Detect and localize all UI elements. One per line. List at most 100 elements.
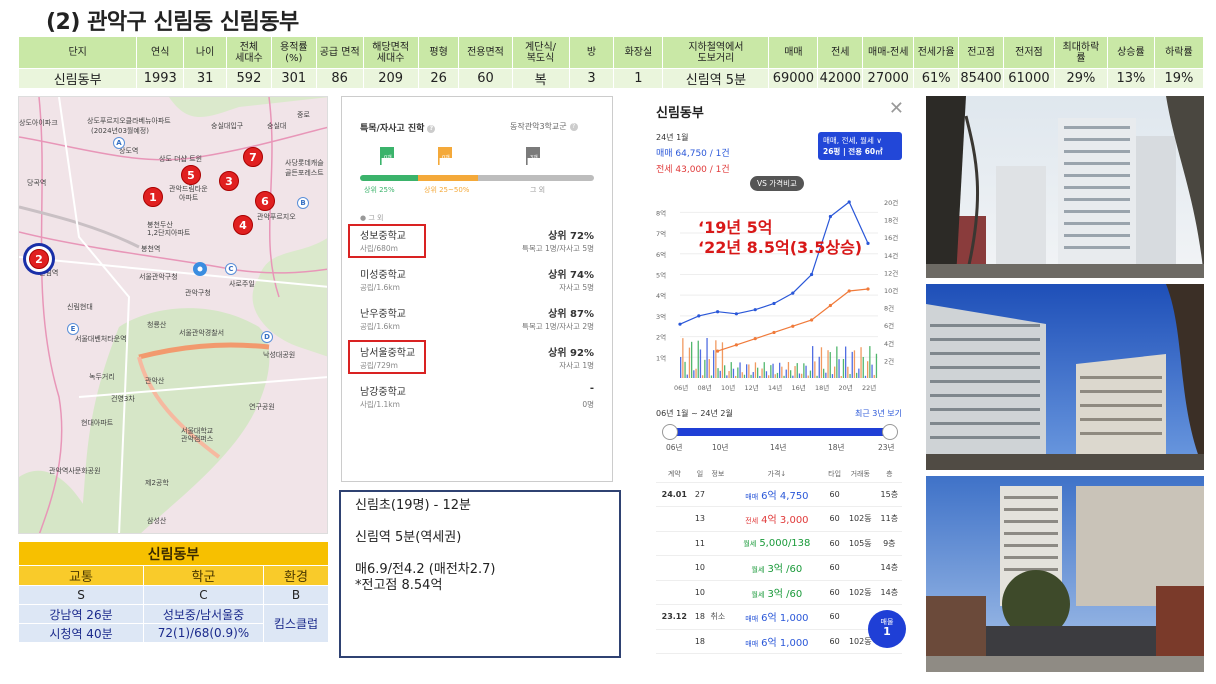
transaction-amount: 6억 1,000 bbox=[761, 613, 809, 625]
transaction-header[interactable]: 층 bbox=[876, 466, 902, 483]
volume-bar bbox=[682, 338, 684, 378]
transaction-row[interactable]: 10 월세 3억 /60 60 102동 14층 bbox=[656, 580, 902, 605]
help-icon[interactable]: ? bbox=[569, 122, 578, 131]
map-marker-2[interactable]: 2 bbox=[29, 249, 49, 269]
x-tick: 20년 bbox=[839, 383, 853, 392]
transaction-amount: 4억 3,000 bbox=[761, 515, 809, 527]
band-label-2: 상위 25~50% bbox=[424, 186, 470, 194]
map-place-label: 연구공원 bbox=[249, 403, 275, 411]
period-range: 06년 1월 ~ 24년 2월 bbox=[656, 409, 733, 418]
building-photo-2 bbox=[926, 284, 1204, 470]
listing-badge[interactable]: 매물 1 bbox=[868, 610, 906, 648]
transaction-amount: 3억 /60 bbox=[767, 588, 803, 600]
transaction-header[interactable]: 타입 bbox=[825, 466, 844, 483]
volume-bar bbox=[853, 350, 856, 378]
volume-bar bbox=[759, 375, 761, 378]
map-letter-pin[interactable]: A bbox=[113, 137, 125, 149]
summary-value-cell: 42000 bbox=[817, 68, 864, 89]
volume-bar bbox=[691, 341, 693, 378]
map-letter-pin[interactable]: C bbox=[225, 263, 237, 275]
volume-bar bbox=[807, 375, 809, 378]
rent-summary: 전세 43,000 / 1건 bbox=[656, 165, 730, 175]
transaction-info bbox=[707, 506, 729, 532]
transaction-row[interactable]: 23.12 18 취소 매매 6억 1,000 60 bbox=[656, 604, 902, 630]
map-marker-3[interactable]: 3 bbox=[219, 171, 239, 191]
map-marker-6[interactable]: 6 bbox=[255, 191, 275, 211]
period-slider[interactable] bbox=[668, 428, 890, 436]
transaction-price: 월세 3억 /60 bbox=[728, 580, 826, 605]
transaction-d: 11 bbox=[692, 531, 708, 556]
close-icon[interactable]: ✕ bbox=[889, 98, 904, 119]
volume-bar bbox=[735, 375, 737, 378]
volume-bar bbox=[823, 368, 825, 378]
transaction-dong bbox=[843, 555, 877, 581]
volume-bar bbox=[827, 350, 829, 378]
summary-header-cell: 전용면적 bbox=[458, 36, 513, 69]
map-place-label: 숭실대 bbox=[267, 122, 287, 130]
map-place-label: 봉천역 bbox=[141, 245, 161, 253]
summary-value-cell: 592 bbox=[226, 68, 272, 89]
volume-bar bbox=[719, 370, 721, 378]
type-filter-button[interactable]: 매매, 전세, 월세 ∨ 26평 | 전용 60㎡ bbox=[818, 132, 902, 160]
volume-bar bbox=[842, 358, 845, 378]
summary-header-row: 단지 연식 나이 전체 세대수 용적률 (%) 공급 면적 해당면적 세대수 평형 전용면적 계단… bbox=[17, 36, 1205, 69]
transaction-header[interactable]: 가격↓ bbox=[728, 466, 826, 483]
x-tick: 08년 bbox=[698, 383, 712, 392]
volume-bar bbox=[697, 340, 699, 378]
map-marker-7[interactable]: 7 bbox=[243, 147, 263, 167]
summary-header-cell: 용적률 (%) bbox=[270, 36, 317, 69]
transaction-area: 60 bbox=[825, 531, 844, 556]
transaction-row[interactable]: 18 매매 6억 1,000 60 102동 bbox=[656, 629, 902, 654]
volume-bar bbox=[708, 359, 710, 378]
slider-end-handle[interactable] bbox=[882, 424, 898, 440]
transaction-info bbox=[707, 482, 729, 507]
transaction-header[interactable]: 일 bbox=[692, 466, 708, 483]
volume-bar bbox=[816, 375, 818, 378]
volume-bar bbox=[803, 363, 805, 378]
transaction-amount: 3억 /60 bbox=[767, 564, 803, 576]
map-marker-5[interactable]: 5 bbox=[181, 165, 201, 185]
transaction-m bbox=[656, 580, 693, 605]
map-place-label: 관악역사문화공원 bbox=[49, 467, 101, 475]
volume-bar bbox=[750, 374, 752, 378]
transaction-header[interactable]: 계약 bbox=[656, 466, 693, 483]
volume-bar bbox=[715, 340, 717, 378]
transaction-d: 18 bbox=[692, 604, 708, 630]
summary-header-cell: 화장실 bbox=[613, 36, 664, 69]
transaction-row[interactable]: 24.01 27 매매 6억 4,750 60 15층 bbox=[656, 482, 902, 507]
volume-bar bbox=[812, 346, 814, 378]
env-header-transport: 교통 bbox=[18, 565, 144, 586]
slider-start-handle[interactable] bbox=[662, 424, 678, 440]
volume-bar bbox=[684, 361, 686, 378]
volume-bar bbox=[860, 347, 862, 378]
map-place-label: 서울관악경찰서 bbox=[179, 329, 225, 337]
map-marker-4[interactable]: 4 bbox=[233, 215, 253, 235]
series-point bbox=[716, 349, 720, 353]
help-icon[interactable]: ? bbox=[427, 124, 436, 133]
map-letter-pin[interactable]: E bbox=[67, 323, 79, 335]
transaction-header[interactable]: 정보 bbox=[707, 466, 729, 483]
map-place-label: 서울관악구청 bbox=[139, 273, 178, 281]
volume-bar bbox=[728, 371, 730, 378]
price-chart[interactable]: 1억 2억 3억 4억 5억 6억 7억 8억 2건 4건 6건 8건 10건 12건 14건 16건 18건 2… bbox=[646, 188, 912, 408]
transaction-row[interactable]: 11 월세 5,000/138 60 105동 9층 bbox=[656, 531, 902, 556]
area-map[interactable]: 상도푸르지오클라베뉴아파트 (2024년03월예정) 숭실대입구 숭실대 중로 상도아이파… bbox=[18, 96, 328, 534]
map-letter-pin[interactable]: B bbox=[297, 197, 309, 209]
volume-bar bbox=[730, 362, 732, 378]
series-point bbox=[734, 312, 738, 316]
transaction-row[interactable]: 10 월세 3억 /60 60 14층 bbox=[656, 555, 902, 581]
volume-bar bbox=[774, 374, 776, 378]
map-letter-pin[interactable]: D bbox=[261, 331, 273, 343]
summary-header-cell: 전세가율 bbox=[913, 36, 960, 69]
volume-bar bbox=[763, 362, 765, 378]
map-marker-1[interactable]: 1 bbox=[143, 187, 163, 207]
summary-header-cell: 나이 bbox=[183, 36, 228, 69]
volume-bar bbox=[699, 349, 702, 378]
recent-3y-link[interactable]: 최근 3년 보기 bbox=[855, 408, 902, 419]
transaction-row[interactable]: 13 전세 4억 3,000 60 102동 11층 bbox=[656, 506, 902, 532]
transaction-m: 24.01 bbox=[656, 482, 693, 507]
flag-count-2: 0개 bbox=[442, 155, 450, 161]
transaction-d: 10 bbox=[692, 580, 708, 605]
map-place-label: 상도푸르지오클라베뉴아파트 bbox=[87, 117, 171, 125]
transaction-header[interactable]: 거래동 bbox=[843, 466, 877, 483]
